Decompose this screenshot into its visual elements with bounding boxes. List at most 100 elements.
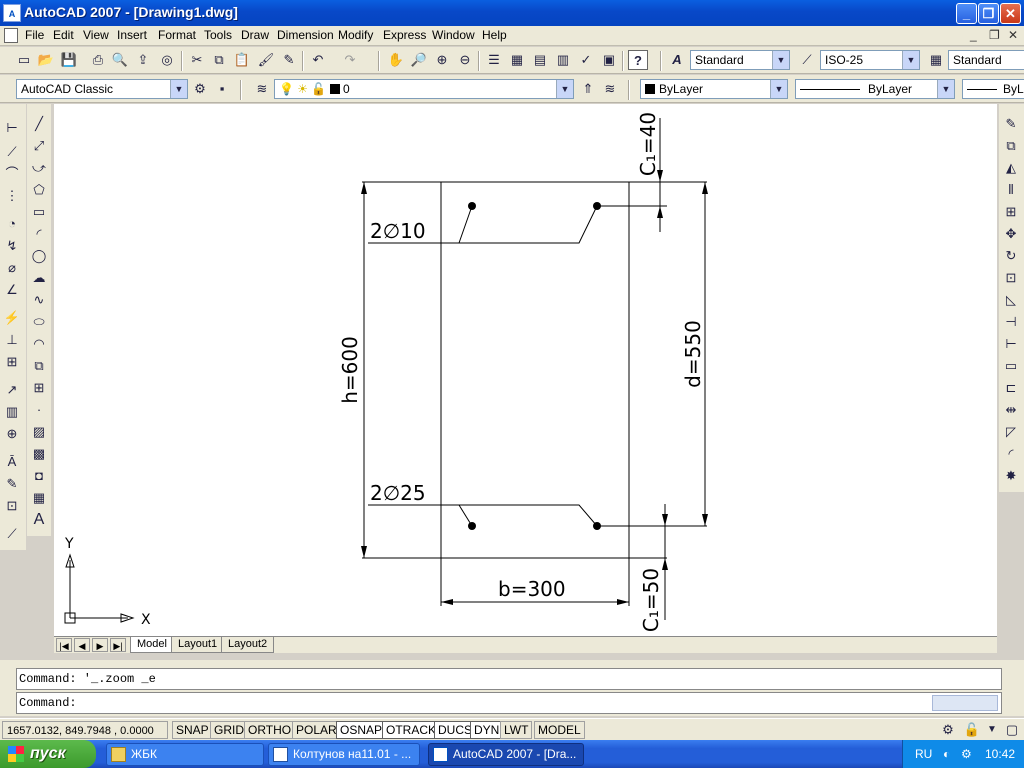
- workspace-select[interactable]: AutoCAD Classic ▼: [16, 79, 188, 99]
- ordinate-dimension-icon[interactable]: ⋮: [2, 186, 22, 206]
- center-mark-icon[interactable]: ⊕: [2, 424, 22, 444]
- rectangle-icon[interactable]: ▭: [29, 202, 49, 222]
- layer-select[interactable]: 💡 ☀ 🔓 0 ▼: [274, 79, 574, 99]
- linetype-select[interactable]: ByLayer ▼: [795, 79, 955, 99]
- doc-minimize-button[interactable]: _: [970, 28, 977, 42]
- rebar-top-left[interactable]: [468, 202, 476, 210]
- angular-dimension-icon[interactable]: ∠: [2, 280, 22, 300]
- table-style-icon[interactable]: ▦: [926, 50, 946, 70]
- dim-style-icon[interactable]: ⟋: [797, 50, 817, 70]
- minimize-button[interactable]: _: [956, 3, 977, 24]
- workspace-save-icon[interactable]: ▪: [212, 79, 232, 99]
- arc-icon[interactable]: ◜: [29, 224, 49, 244]
- dimension-edit-icon[interactable]: Ā: [2, 452, 22, 472]
- rotate-icon[interactable]: ↻: [1001, 246, 1021, 266]
- block-editor-icon[interactable]: ✎: [279, 50, 299, 70]
- restore-button[interactable]: ❐: [978, 3, 999, 24]
- grid-toggle[interactable]: GRID: [210, 721, 248, 739]
- polyline-icon[interactable]: ⤻: [29, 158, 49, 178]
- snap-toggle[interactable]: SNAP: [172, 721, 213, 739]
- clean-screen-icon[interactable]: ▢: [1002, 720, 1022, 740]
- array-icon[interactable]: ⊞: [1001, 202, 1021, 222]
- chamfer-icon[interactable]: ◸: [1001, 422, 1021, 442]
- mirror-icon[interactable]: ◭: [1001, 158, 1021, 178]
- workspace-settings-icon[interactable]: ⚙: [190, 79, 210, 99]
- menu-insert[interactable]: Insert: [117, 28, 147, 42]
- command-scrollbar[interactable]: [932, 695, 998, 711]
- task-autocad[interactable]: AutoCAD 2007 - [Dra...: [428, 743, 584, 766]
- sheet-set-icon[interactable]: ▥: [553, 50, 573, 70]
- communication-center-icon[interactable]: ⚙: [938, 720, 958, 740]
- coordinate-display[interactable]: 1657.0132, 849.7948 , 0.0000: [2, 721, 168, 739]
- rebar-top-right[interactable]: [593, 202, 601, 210]
- task-word-document[interactable]: Колтунов на11.01 - ...: [268, 743, 420, 766]
- make-object-layer-current-icon[interactable]: ⇑: [578, 79, 598, 99]
- move-icon[interactable]: ✥: [1001, 224, 1021, 244]
- join-icon[interactable]: ⇹: [1001, 400, 1021, 420]
- paste-icon[interactable]: 📋: [232, 50, 252, 70]
- table-style-select[interactable]: Standard: [948, 50, 1024, 70]
- region-icon[interactable]: ◘: [29, 466, 49, 486]
- menu-express[interactable]: Express: [383, 28, 426, 42]
- make-block-icon[interactable]: ⊞: [29, 378, 49, 398]
- text-style-select[interactable]: Standard ▼: [690, 50, 790, 70]
- clock[interactable]: 10:42: [985, 740, 1015, 768]
- last-tab-button[interactable]: ▶|: [110, 638, 126, 652]
- dim-style-select[interactable]: ISO-25 ▼: [820, 50, 920, 70]
- start-button[interactable]: пуск: [0, 740, 96, 768]
- task-folder[interactable]: ЖБК: [106, 743, 264, 766]
- point-icon[interactable]: ·: [29, 400, 49, 420]
- drawing-canvas[interactable]: 2∅10 2∅25 b=300 h=600 d=550 C₁=40 C₁=50 …: [54, 104, 997, 636]
- plot-icon[interactable]: ⎙: [88, 50, 108, 70]
- erase-icon[interactable]: ✎: [1001, 114, 1021, 134]
- menu-help[interactable]: Help: [482, 28, 507, 42]
- menu-modify[interactable]: Modify: [338, 28, 373, 42]
- save-icon[interactable]: 💾: [59, 50, 79, 70]
- dimension-style-icon[interactable]: ⟋: [2, 524, 22, 544]
- insert-block-icon[interactable]: ⧉: [29, 356, 49, 376]
- dimension-update-icon[interactable]: ⊡: [2, 496, 22, 516]
- zoom-window-icon[interactable]: ⊕: [432, 50, 452, 70]
- tool-palettes-icon[interactable]: ▤: [530, 50, 550, 70]
- plot-preview-icon[interactable]: 🔍: [110, 50, 130, 70]
- radius-dimension-icon[interactable]: ◔: [2, 214, 22, 234]
- first-tab-button[interactable]: |◀: [56, 638, 72, 652]
- rebar-bottom-left[interactable]: [468, 522, 476, 530]
- scale-icon[interactable]: ⊡: [1001, 268, 1021, 288]
- spline-icon[interactable]: ∿: [29, 290, 49, 310]
- otrack-toggle[interactable]: OTRACK: [382, 721, 441, 739]
- model-toggle[interactable]: MODEL: [534, 721, 585, 739]
- layer-properties-icon[interactable]: ≋: [252, 79, 272, 99]
- quick-leader-icon[interactable]: ↗: [2, 380, 22, 400]
- extend-icon[interactable]: ⊢: [1001, 334, 1021, 354]
- hatch-icon[interactable]: ▨: [29, 422, 49, 442]
- zoom-realtime-icon[interactable]: 🔎: [409, 50, 429, 70]
- new-icon[interactable]: ▭: [14, 50, 34, 70]
- redo-icon[interactable]: ↷: [340, 50, 360, 70]
- copy-object-icon[interactable]: ⧉: [1001, 136, 1021, 156]
- 3d-dwf-icon[interactable]: ◎: [157, 50, 177, 70]
- baseline-dimension-icon[interactable]: ⊥: [2, 330, 22, 350]
- cut-icon[interactable]: ✂: [187, 50, 207, 70]
- autocad-app-icon[interactable]: A: [3, 4, 21, 22]
- doc-close-button[interactable]: ✕: [1008, 28, 1018, 42]
- help-icon[interactable]: ?: [628, 50, 648, 70]
- continue-dimension-icon[interactable]: ⊞: [2, 352, 22, 372]
- menu-edit[interactable]: Edit: [53, 28, 74, 42]
- offset-icon[interactable]: ⫴: [1001, 180, 1021, 200]
- doc-restore-button[interactable]: ❐: [989, 28, 1000, 42]
- revision-cloud-icon[interactable]: ☁: [29, 268, 49, 288]
- lwt-toggle[interactable]: LWT: [500, 721, 533, 739]
- menu-format[interactable]: Format: [158, 28, 196, 42]
- pan-icon[interactable]: ✋: [386, 50, 406, 70]
- multiline-text-icon[interactable]: A: [29, 510, 49, 530]
- tab-layout2[interactable]: Layout2: [221, 637, 275, 653]
- network-icon[interactable]: ◐: [943, 740, 950, 768]
- line-icon[interactable]: ╱: [29, 114, 49, 134]
- menu-tools[interactable]: Tools: [204, 28, 232, 42]
- close-button[interactable]: ✕: [1000, 3, 1021, 24]
- polar-toggle[interactable]: POLAR: [292, 721, 341, 739]
- jogged-dimension-icon[interactable]: ↯: [2, 236, 22, 256]
- dimension-text-edit-icon[interactable]: ✎: [2, 474, 22, 494]
- language-indicator[interactable]: RU: [915, 740, 932, 768]
